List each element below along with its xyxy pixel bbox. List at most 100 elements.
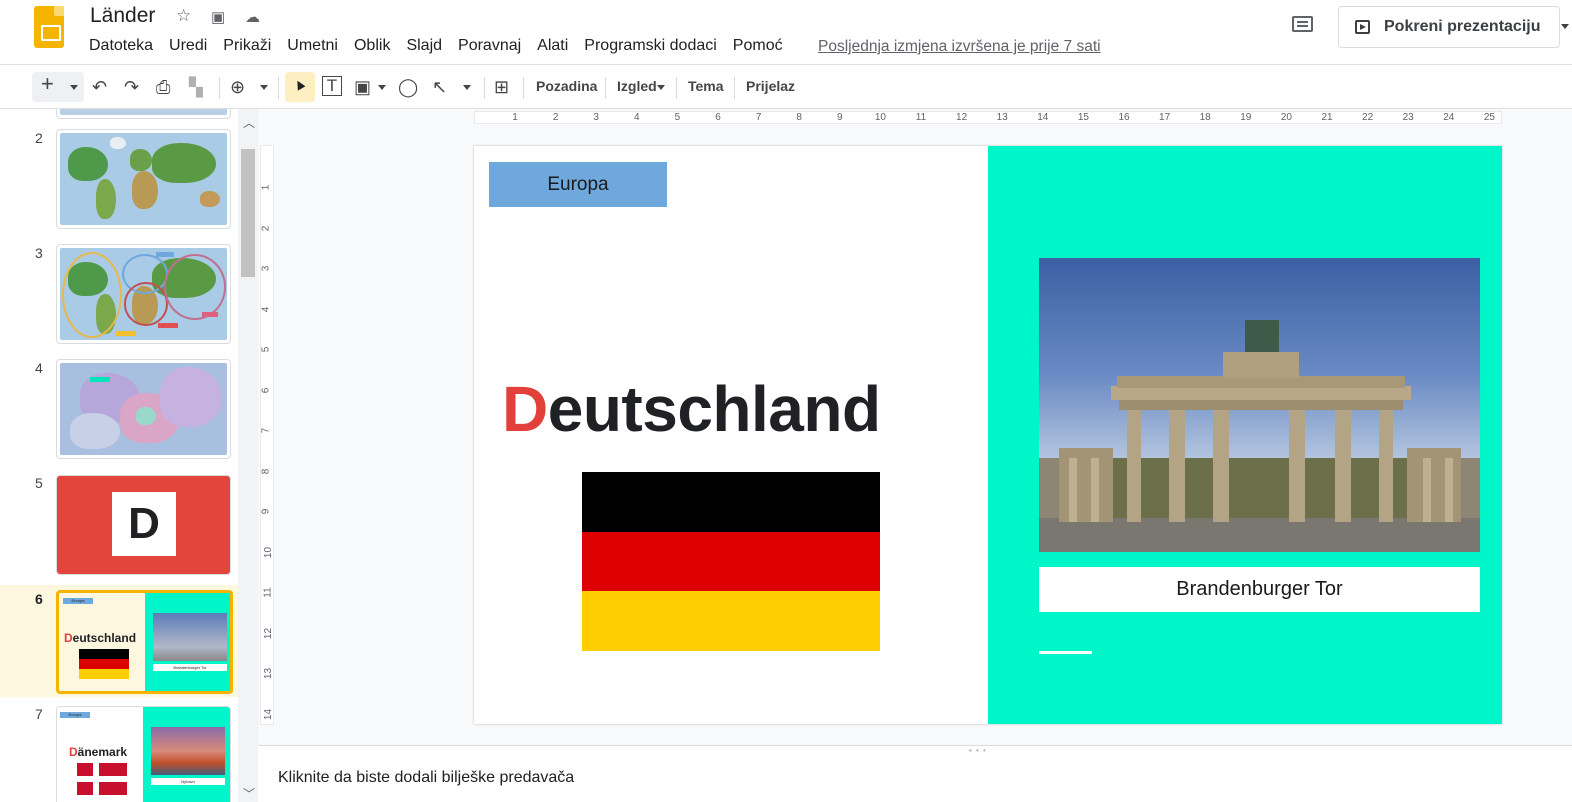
add-comment-icon[interactable]: ⊞ [494,75,509,99]
menu-file[interactable]: Datoteka [89,37,153,55]
decorative-line [1039,651,1092,654]
german-flag-image[interactable] [582,472,880,652]
menu-insert[interactable]: Umetni [287,37,338,55]
notes-resize-handle[interactable] [258,745,1572,753]
filmstrip-scrollbar-thumb[interactable] [241,149,255,277]
line-dropdown-icon[interactable] [463,85,471,90]
ruler-tick-label: 20 [1280,112,1292,123]
thumb-flag-denmark [77,763,127,795]
text-box-icon[interactable]: T [322,76,342,96]
menu-arrange[interactable]: Poravnaj [458,37,521,55]
country-title[interactable]: Deutschland [502,372,881,446]
menu-help[interactable]: Pomoć [733,37,783,55]
slide-number: 7 [35,706,43,722]
transition-button[interactable]: Prijelaz [746,78,795,94]
ruler-tick-label: 5 [674,112,681,123]
slide-number: 2 [35,130,43,146]
comments-icon[interactable] [1290,14,1316,36]
ruler-tick-label: 1 [260,184,272,191]
present-dropdown-icon[interactable] [1561,24,1569,29]
ruler-tick-label: 11 [262,587,274,598]
menu-slide[interactable]: Slajd [406,37,442,55]
print-icon[interactable]: ⎙ [156,75,170,99]
photo-caption[interactable]: Brandenburger Tor [1039,567,1480,612]
ruler-tick-label: 17 [1159,112,1171,123]
present-icon [1355,20,1370,34]
ruler-tick-label: 6 [260,387,272,393]
scroll-down-icon[interactable]: ﹀ [243,785,255,802]
ruler-tick-label: 9 [260,508,272,515]
ruler-tick-label: 21 [1321,112,1333,123]
ruler-tick-label: 7 [260,427,272,434]
plus-icon: + [41,71,54,96]
ruler-tick-label: 13 [263,667,275,680]
ruler-tick-label: 13 [996,112,1008,123]
cloud-status-icon[interactable]: ☁ [245,8,260,26]
drag-handle-icon[interactable]: • • • [969,746,987,755]
ruler-tick-label: 12 [956,112,968,123]
ruler-tick-label: 8 [260,468,272,474]
letter-tile: D [112,492,176,556]
line-icon[interactable]: ↖ [432,75,447,99]
ruler-tick-label: 8 [796,112,802,123]
paint-format-icon[interactable]: ▚ [189,75,203,99]
new-slide-dropdown-icon[interactable] [70,85,78,90]
slide-thumbnail-5[interactable]: D [56,475,231,575]
background-button[interactable]: Pozadina [536,78,597,94]
slide-thumbnail-2[interactable] [56,129,231,229]
continent-tag[interactable]: Europa [489,162,667,207]
redo-icon[interactable]: ↷ [124,75,139,99]
undo-icon[interactable]: ↶ [92,75,107,99]
image-dropdown-icon[interactable] [378,85,386,90]
vertical-ruler[interactable]: 1 2 3 4 5 6 7 8 9 10 11 12 13 14 [260,145,274,725]
slide-thumbnail-3[interactable] [56,244,231,344]
shape-icon[interactable]: ◯ [398,75,418,99]
last-edit-link[interactable]: Posljednja izmjena izvršena je prije 7 s… [818,38,1101,56]
present-label: Pokreni prezentaciju [1384,18,1541,35]
ruler-tick-label: 3 [593,112,599,123]
document-title[interactable]: Länder [90,4,155,28]
ruler-tick-label: 10 [874,112,886,123]
star-icon[interactable]: ☆ [176,6,191,26]
europe-map-image [60,363,227,455]
ruler-tick-label: 1 [512,112,518,123]
ruler-tick-label: 15 [1077,112,1089,123]
slide-thumbnail-1[interactable] [56,109,231,119]
slide-number: 4 [35,360,43,376]
slides-logo-icon[interactable] [34,6,64,48]
slide-thumbnail-4[interactable] [56,359,231,459]
zoom-icon[interactable]: ⊕ [230,75,245,99]
menu-view[interactable]: Prikaži [223,37,271,55]
ruler-tick-label: 4 [634,112,640,123]
app-header: Länder ☆ ▣ ☁ Datoteka Uredi Prikaži Umet… [0,0,1572,64]
layout-button[interactable]: Izgled [617,78,657,94]
toolbar: + ↶ ↷ ⎙ ▚ ⊕ T ▣ ◯ ↖ ⊞ Pozadina Izgled Te… [0,64,1572,109]
layout-dropdown-icon[interactable] [657,85,665,90]
menu-addons[interactable]: Programski dodaci [584,37,717,55]
current-slide[interactable]: Europa Deutschland Brandenburger Tor [474,146,1502,724]
menu-tools[interactable]: Alati [537,37,568,55]
scroll-up-icon[interactable]: ︿ [243,114,255,131]
speaker-notes-placeholder[interactable]: Kliknite da biste dodali bilješke predav… [278,769,574,787]
ruler-tick-label: 2 [552,112,559,123]
ruler-tick-label: 14 [1037,112,1049,123]
zoom-dropdown-icon[interactable] [260,85,268,90]
ruler-tick-label: 22 [1362,112,1374,123]
present-button[interactable]: Pokreni prezentaciju [1338,6,1560,48]
menu-format[interactable]: Oblik [354,37,390,55]
horizontal-ruler[interactable]: 1 2 3 4 5 6 7 8 9 10 11 12 13 14 15 16 17 18 19 20 21 22 23 24 2… [474,111,1502,124]
ruler-tick-label: 2 [260,225,272,231]
slide-thumbnail-6[interactable]: Europa Deutschland Brandenburger Tor [56,590,233,694]
slide-thumbnail-7[interactable]: Europa Dänemark Nyhavn [56,706,231,802]
theme-button[interactable]: Tema [688,78,724,94]
brandenburg-gate-photo[interactable] [1039,258,1480,552]
move-to-folder-icon[interactable]: ▣ [211,8,225,26]
slide-number: 3 [35,245,43,261]
accent-panel[interactable]: Brandenburger Tor [988,146,1502,724]
select-cursor-icon[interactable] [285,72,315,102]
menu-edit[interactable]: Uredi [169,37,207,55]
ruler-tick-label: 19 [1240,112,1252,123]
image-icon[interactable]: ▣ [354,75,371,99]
ruler-tick-label: 25 [1483,112,1495,123]
world-map-image [60,133,227,225]
